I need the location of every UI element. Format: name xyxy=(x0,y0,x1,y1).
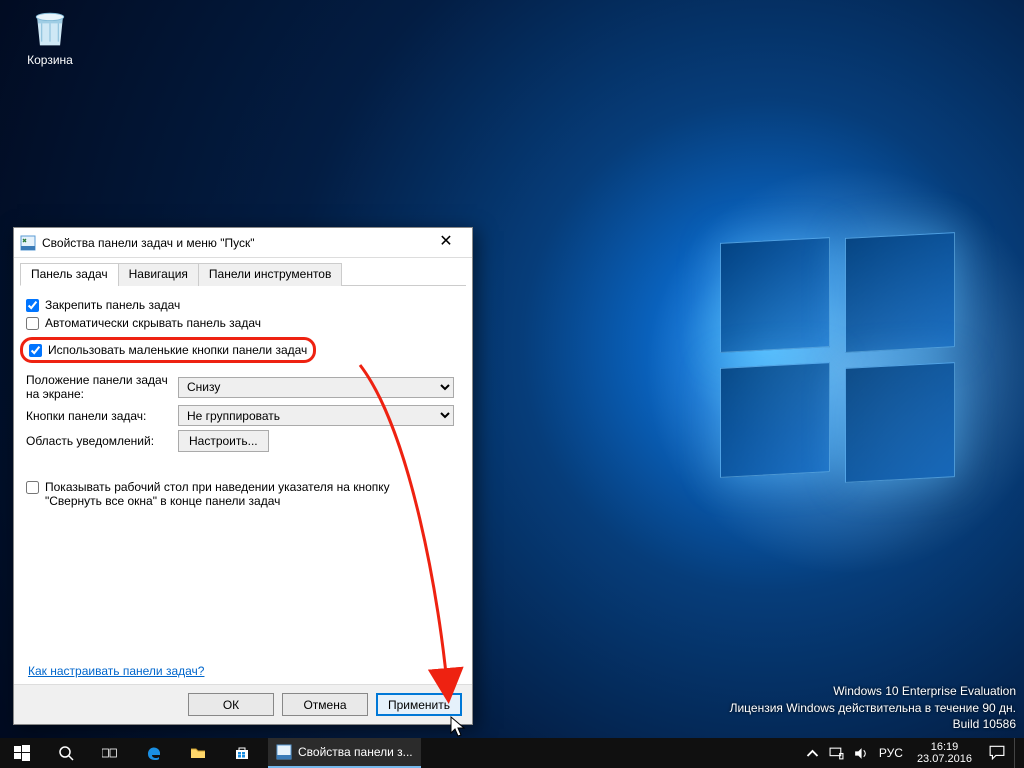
small-buttons-input[interactable] xyxy=(29,344,42,357)
autohide-input[interactable] xyxy=(26,317,39,330)
tray-chevron[interactable] xyxy=(801,745,825,760)
help-link[interactable]: Как настраивать панели задач? xyxy=(28,664,204,678)
dialog-titlebar[interactable]: Свойства панели задач и меню "Пуск" ✕ xyxy=(14,228,472,258)
position-label: Положение панели задач на экране: xyxy=(26,373,178,401)
tab-content: Закрепить панель задач Автоматически скр… xyxy=(14,286,472,512)
customize-button[interactable]: Настроить... xyxy=(178,430,269,452)
lock-taskbar-checkbox[interactable]: Закрепить панель задач xyxy=(26,298,460,312)
notification-area-row: Область уведомлений: Настроить... xyxy=(26,430,460,452)
task-view-button[interactable] xyxy=(88,738,132,768)
tray-clock[interactable]: 16:19 23.07.2016 xyxy=(909,741,980,765)
tray-volume[interactable] xyxy=(849,745,873,760)
task-view-icon xyxy=(102,745,118,761)
position-select[interactable]: Снизу xyxy=(178,377,454,398)
activation-watermark: Windows 10 Enterprise Evaluation Лицензи… xyxy=(730,683,1016,732)
tab-strip: Панель задач Навигация Панели инструмент… xyxy=(20,262,466,286)
action-center-icon xyxy=(989,744,1005,760)
store-button[interactable] xyxy=(220,738,264,768)
show-desktop-button[interactable] xyxy=(1014,738,1020,768)
help-link-row: Как настраивать панели задач? xyxy=(28,664,204,678)
autohide-checkbox[interactable]: Автоматически скрывать панель задач xyxy=(26,316,460,330)
taskbar-app-active[interactable]: Свойства панели з... xyxy=(268,738,421,768)
cancel-button[interactable]: Отмена xyxy=(282,693,368,716)
tray-language[interactable]: РУС xyxy=(873,746,909,760)
store-icon xyxy=(234,745,250,761)
edge-icon xyxy=(146,745,162,761)
dialog-icon xyxy=(276,744,292,760)
ok-button[interactable]: ОК xyxy=(188,693,274,716)
dialog-button-row: ОК Отмена Применить xyxy=(14,684,472,724)
search-button[interactable] xyxy=(44,738,88,768)
dialog-title: Свойства панели задач и меню "Пуск" xyxy=(42,236,426,250)
peek-checkbox[interactable]: Показывать рабочий стол при наведении ук… xyxy=(26,480,460,508)
buttons-select[interactable]: Не группировать xyxy=(178,405,454,426)
tab-navigation[interactable]: Навигация xyxy=(118,263,199,286)
position-row: Положение панели задач на экране: Снизу xyxy=(26,373,460,401)
trash-icon xyxy=(28,5,72,49)
search-icon xyxy=(58,745,74,761)
recycle-bin-label: Корзина xyxy=(27,53,73,67)
file-explorer-button[interactable] xyxy=(176,738,220,768)
desktop[interactable]: Корзина Windows 10 Enterprise Evaluation… xyxy=(0,0,1024,768)
recycle-bin-icon[interactable]: Корзина xyxy=(15,5,85,67)
lock-taskbar-input[interactable] xyxy=(26,299,39,312)
wallpaper-windows-logo xyxy=(700,220,1000,520)
taskbar-properties-dialog: Свойства панели задач и меню "Пуск" ✕ Па… xyxy=(13,227,473,725)
tab-toolbars[interactable]: Панели инструментов xyxy=(198,263,342,286)
folder-icon xyxy=(190,745,206,761)
tray-network[interactable] xyxy=(825,745,849,760)
annotation-highlight: Использовать маленькие кнопки панели зад… xyxy=(20,337,316,363)
start-button[interactable] xyxy=(0,738,44,768)
edge-button[interactable] xyxy=(132,738,176,768)
chevron-up-icon xyxy=(805,746,820,761)
tray-action-center[interactable] xyxy=(980,744,1014,763)
buttons-label: Кнопки панели задач: xyxy=(26,409,178,423)
taskbar-spacer xyxy=(421,738,797,768)
taskbar-app-label: Свойства панели з... xyxy=(298,745,413,759)
tab-taskbar[interactable]: Панель задач xyxy=(20,263,119,286)
notif-area-label: Область уведомлений: xyxy=(26,434,178,448)
apply-button[interactable]: Применить xyxy=(376,693,462,716)
speaker-icon xyxy=(853,746,868,761)
peek-input[interactable] xyxy=(26,481,39,494)
network-icon xyxy=(829,746,844,761)
taskbar: Свойства панели з... РУС 16:19 23.07.201… xyxy=(0,738,1024,768)
small-buttons-checkbox[interactable]: Использовать маленькие кнопки панели зад… xyxy=(29,343,307,357)
dialog-icon xyxy=(20,235,36,251)
buttons-row: Кнопки панели задач: Не группировать xyxy=(26,405,460,426)
system-tray: РУС 16:19 23.07.2016 xyxy=(797,738,1024,768)
windows-logo-icon xyxy=(14,745,30,761)
close-button[interactable]: ✕ xyxy=(426,229,466,257)
